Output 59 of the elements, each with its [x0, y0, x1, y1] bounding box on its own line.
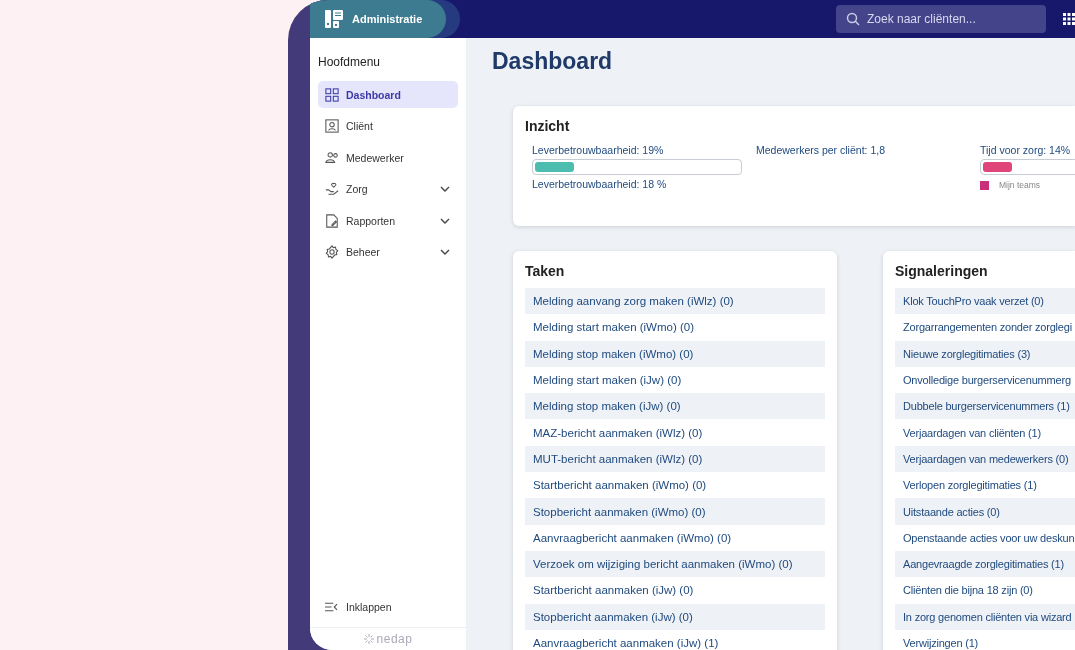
page-title: Dashboard	[492, 48, 614, 76]
collapse-menu-icon	[325, 602, 338, 612]
apps-grid-icon[interactable]	[1063, 13, 1075, 25]
signal-link[interactable]: Openstaande acties voor uw deskun	[895, 524, 1075, 551]
app-tab[interactable]: Administratie	[310, 0, 447, 38]
metric-label: Leverbetrouwbaarheid: 19%	[532, 144, 665, 156]
task-link[interactable]: Aanvraagbericht aanmaken (iJw) (1)	[525, 629, 825, 650]
task-link[interactable]: Stopbericht aanmaken (iWmo) (0)	[525, 498, 825, 525]
signal-link[interactable]: Zorgarrangementen zonder zorglegi	[895, 314, 1075, 341]
sidebar-item[interactable]: Rapporten	[318, 207, 458, 235]
signal-link[interactable]: Dubbele burgerservicenummers (1)	[895, 393, 1075, 420]
task-link[interactable]: Melding stop maken (iJw) (0)	[525, 393, 825, 420]
sidebar-item[interactable]: Zorg	[318, 175, 458, 203]
signal-link[interactable]: In zorg genomen cliënten via wizard	[895, 603, 1075, 630]
person-card-icon	[325, 119, 339, 134]
legend-label: Mijn teams	[999, 180, 1041, 190]
sidebar-item[interactable]: Dashboard	[318, 81, 458, 108]
signal-link[interactable]: Cliënten die bijna 18 zijn (0)	[895, 577, 1075, 604]
card-title: Taken	[525, 263, 566, 279]
people-icon	[325, 150, 339, 165]
task-link[interactable]: Aanvraagbericht aanmaken (iWmo) (0)	[525, 524, 825, 551]
card-title: Signaleringen	[895, 263, 989, 279]
sidebar-item[interactable]: Beheer	[318, 238, 458, 266]
document-icon	[325, 213, 339, 228]
metric-label: Tijd voor zorg: 14%	[980, 144, 1070, 156]
task-link[interactable]: Stopbericht aanmaken (iJw) (0)	[525, 603, 825, 630]
task-link[interactable]: Startbericht aanmaken (iJw) (0)	[525, 577, 825, 604]
search-field[interactable]: Zoek naar cliënten...	[836, 5, 1046, 33]
brand-logo: nedap	[376, 632, 413, 646]
task-link[interactable]: Startbericht aanmaken (iWmo) (0)	[525, 472, 825, 499]
task-link[interactable]: MAZ-bericht aanmaken (iWlz) (0)	[525, 419, 825, 446]
collapse-button[interactable]: Inklappen	[318, 595, 458, 619]
signal-link[interactable]: Aangevraagde zorglegitimaties (1)	[895, 550, 1075, 578]
task-link[interactable]: MUT-bericht aanmaken (iWlz) (0)	[525, 445, 825, 473]
gear-icon	[325, 245, 339, 260]
signal-link[interactable]: Klok TouchPro vaak verzet (0)	[895, 288, 1075, 315]
dashboard-grid-icon	[325, 87, 339, 102]
signal-link[interactable]: Verlopen zorglegitimaties (1)	[895, 472, 1075, 499]
task-link[interactable]: Melding stop maken (iWmo) (0)	[525, 340, 825, 367]
sidebar-heading: Hoofdmenu	[318, 55, 382, 69]
star-logo-icon	[363, 634, 374, 644]
building-icon	[324, 9, 344, 29]
search-icon	[846, 12, 860, 26]
metric-label: Medewerkers per cliënt: 1,8	[756, 144, 886, 156]
signal-link[interactable]: Verjaardagen van cliënten (1)	[895, 419, 1075, 446]
signal-link[interactable]: Onvolledige burgerservicenummerg	[895, 366, 1075, 394]
signal-link[interactable]: Uitstaande acties (0)	[895, 498, 1075, 525]
signal-link[interactable]: Verwijzingen (1)	[895, 629, 1075, 650]
task-link[interactable]: Melding start maken (iJw) (0)	[525, 366, 825, 394]
card-title: Inzicht	[525, 118, 571, 134]
metric-caption: Leverbetrouwbaarheid: 18 %	[532, 178, 668, 190]
task-link[interactable]: Melding start maken (iWmo) (0)	[525, 314, 825, 341]
signal-link[interactable]: Verjaardagen van medewerkers (0)	[895, 445, 1075, 473]
task-link[interactable]: Melding aanvang zorg maken (iWlz) (0)	[525, 288, 825, 315]
sidebar-item[interactable]: Medewerker	[318, 144, 458, 172]
signal-link[interactable]: Nieuwe zorglegitimaties (3)	[895, 340, 1075, 367]
hand-heart-icon	[325, 182, 339, 197]
task-link[interactable]: Verzoek om wijziging bericht aanmaken (iWmo) (0)	[525, 550, 825, 578]
sidebar-item[interactable]: Cliënt	[318, 112, 458, 140]
